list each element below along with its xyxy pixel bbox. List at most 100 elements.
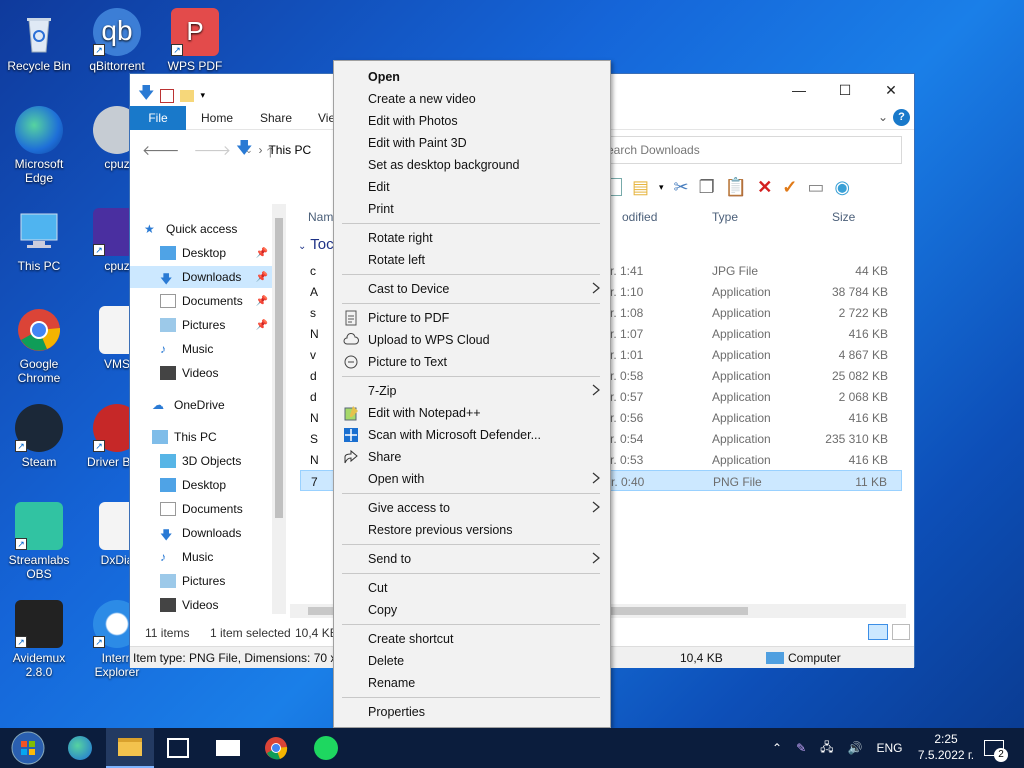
pin-icon[interactable]: 📌 [256,248,268,259]
menu-item-set-background[interactable]: Set as desktop background [334,154,610,176]
maximize-button[interactable]: ☐ [822,74,868,106]
menu-item-picture-to-text[interactable]: Picture to Text [334,351,610,373]
nav-item-music[interactable]: ♪ Music [130,338,272,360]
tab-file[interactable]: File [130,106,186,130]
desktop-icon-recycle-bin[interactable]: Recycle Bin [1,8,77,73]
nav-item-pictures[interactable]: Pictures 📌 [130,314,272,336]
nav-item-downloads[interactable]: 🡇 Downloads 📌 [130,266,272,288]
menu-item-notepadpp[interactable]: Edit with Notepad++ [334,402,610,424]
nav-onedrive[interactable]: ☁ OneDrive [130,394,272,416]
search-input[interactable]: earch Downloads [600,136,902,164]
breadcrumb[interactable]: This PC [268,143,311,157]
chevron-down-icon[interactable]: ▾ [659,182,664,193]
pin-icon[interactable]: 📌 [256,320,268,331]
menu-item-open-with[interactable]: Open with [334,468,610,490]
menu-item-edit[interactable]: Edit [334,176,610,198]
volume-icon[interactable]: 🔊 [848,741,863,755]
menu-item-open[interactable]: Open [334,66,610,88]
taskbar-file-explorer[interactable] [106,728,154,768]
menu-item-scan-defender[interactable]: Scan with Microsoft Defender... [334,424,610,446]
menu-item-print[interactable]: Print [334,198,610,220]
column-header-modified[interactable]: odified [622,210,657,224]
menu-item-restore-versions[interactable]: Restore previous versions [334,519,610,541]
menu-item-edit-paint3d[interactable]: Edit with Paint 3D [334,132,610,154]
pin-icon[interactable]: 📌 [256,272,268,283]
menu-item-properties[interactable]: Properties [334,701,610,723]
delete-icon[interactable]: ✕ [757,177,772,198]
desktop-icon-edge[interactable]: Microsoft Edge [1,106,77,185]
menu-item-cut[interactable]: Cut [334,577,610,599]
nav-item-pc-videos[interactable]: Videos [130,594,272,616]
new-folder-icon[interactable] [180,89,195,102]
start-button[interactable] [4,728,52,768]
nav-item-documents[interactable]: Documents 📌 [130,290,272,312]
menu-item-create-shortcut[interactable]: Create shortcut [334,628,610,650]
column-header-size[interactable]: Size [832,210,855,224]
menu-item-7zip[interactable]: 7-Zip [334,380,610,402]
group-header[interactable]: ⌄ Toc [298,236,334,253]
desktop-icon-chrome[interactable]: Google Chrome [1,306,77,385]
desktop-icon-qbittorrent[interactable]: qb ↗ qBittorrent [79,8,155,73]
menu-item-rotate-left[interactable]: Rotate left [334,249,610,271]
menu-item-picture-to-pdf[interactable]: Picture to PDF [334,307,610,329]
nav-this-pc[interactable]: This PC [130,426,272,448]
menu-item-cast-device[interactable]: Cast to Device [334,278,610,300]
nav-quick-access[interactable]: ★ Quick access [144,218,286,240]
menu-item-delete[interactable]: Delete [334,650,610,672]
network-icon[interactable]: 🖧 [820,738,833,759]
column-header-name[interactable]: Nam [308,210,333,224]
nav-item-pc-documents[interactable]: Documents [130,498,272,520]
nav-item-pc-pictures[interactable]: Pictures [130,570,272,592]
cut-icon[interactable]: ✂ [674,177,689,198]
scrollbar-thumb[interactable] [275,218,283,518]
menu-item-rename[interactable]: Rename [334,672,610,694]
tab-share[interactable]: Share [260,106,292,130]
notification-button[interactable]: 2 [974,728,1014,768]
paste-icon[interactable]: 📋 [725,177,747,198]
taskbar-edge[interactable] [56,728,104,768]
chevron-down-icon[interactable]: ⌄ [878,110,888,124]
menu-item-share[interactable]: Share [334,446,610,468]
breadcrumb-chevron-icon[interactable]: › [258,143,262,157]
folder-icon[interactable]: ▤ [632,177,649,198]
nav-item-pc-desktop[interactable]: Desktop [130,474,272,496]
desktop-icon-this-pc[interactable]: This PC [1,208,77,273]
menu-item-edit-photos[interactable]: Edit with Photos [334,110,610,132]
column-header-type[interactable]: Type [712,210,738,224]
nav-item-desktop[interactable]: Desktop 📌 [130,242,272,264]
menu-item-upload-wps[interactable]: Upload to WPS Cloud [334,329,610,351]
desktop-icon-steam[interactable]: ↗ Steam [1,404,77,469]
shell-icon[interactable]: ◉ [834,177,850,198]
feather-icon[interactable]: ✎ [796,741,806,755]
minimize-button[interactable]: — [776,74,822,106]
language-indicator[interactable]: ENG [876,741,902,755]
chevron-down-icon[interactable]: ▾ [200,90,205,101]
menu-item-send-to[interactable]: Send to [334,548,610,570]
properties-icon[interactable] [160,88,175,103]
clock[interactable]: 2:25 7.5.2022 г. [916,731,976,763]
details-view-icon[interactable] [868,624,888,640]
forward-icon[interactable]: 🡒 [194,142,232,166]
taskbar-mail[interactable] [204,728,252,768]
taskbar-chrome[interactable] [252,728,300,768]
address-bar[interactable]: 🡇 › This PC [236,138,336,162]
taskbar-store[interactable] [154,728,202,768]
rename-icon[interactable]: ▭ [807,177,824,198]
chevron-up-icon[interactable]: ⌃ [772,741,782,755]
taskbar-spotify[interactable] [302,728,350,768]
check-icon[interactable]: ✓ [782,177,797,198]
help-icon[interactable]: ? [893,109,910,126]
large-icons-view-icon[interactable] [892,624,910,640]
close-button[interactable]: ✕ [868,74,914,106]
copy-icon[interactable]: ❐ [699,177,715,198]
tab-home[interactable]: Home [201,106,233,130]
nav-item-pc-downloads[interactable]: 🡇 Downloads [130,522,272,544]
pin-icon[interactable]: 📌 [256,296,268,307]
nav-scrollbar[interactable] [272,204,286,614]
nav-item-videos[interactable]: Videos [130,362,272,384]
nav-item-pc-music[interactable]: ♪ Music [130,546,272,568]
nav-item-3d-objects[interactable]: 3D Objects [130,450,272,472]
menu-item-rotate-right[interactable]: Rotate right [334,227,610,249]
desktop-icon-wps-pdf[interactable]: P ↗ WPS PDF [157,8,233,73]
back-icon[interactable]: 🡐 [142,142,180,166]
